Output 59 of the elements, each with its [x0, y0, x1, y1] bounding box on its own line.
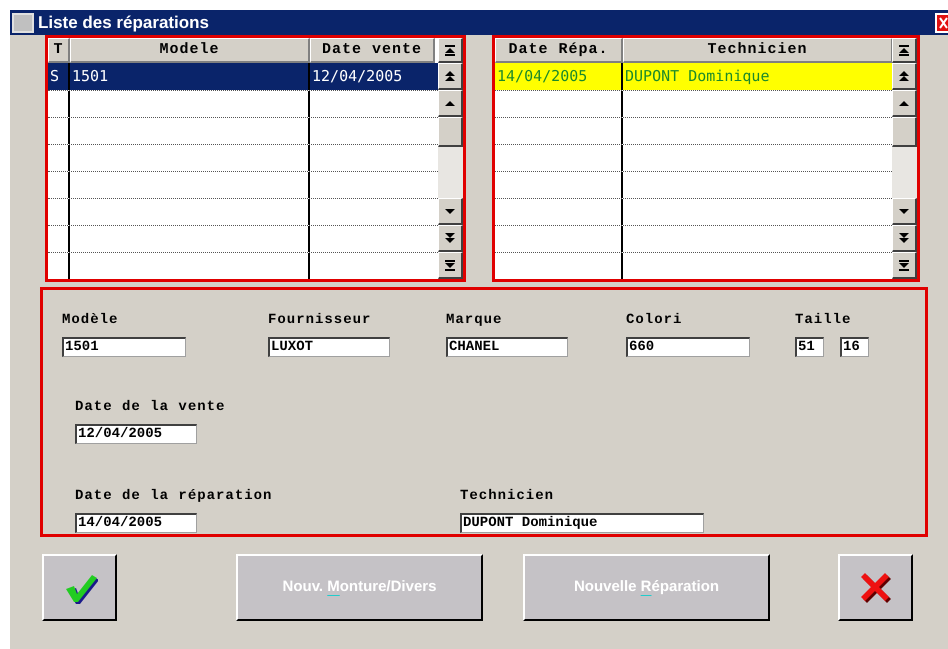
field-label: Marque [446, 311, 504, 330]
field-label: Modèle [62, 311, 120, 330]
scroll-thumb[interactable] [438, 117, 463, 147]
scroll-button[interactable] [892, 252, 917, 279]
scroll-button[interactable] [438, 90, 463, 117]
grid-row[interactable]: S 1501 12/04/2005 [48, 63, 438, 90]
input-field[interactable]: 51 [795, 337, 824, 357]
table-cell: S [48, 63, 70, 90]
input-field[interactable]: 16 [840, 337, 869, 357]
input-field[interactable]: 12/04/2005 [75, 424, 197, 444]
table-cell: 1501 [70, 63, 310, 90]
scroll-up-icon [443, 70, 457, 82]
close-button[interactable] [935, 12, 948, 32]
field-label: Colori [626, 311, 684, 330]
column-header[interactable]: Date vente [310, 38, 435, 63]
field-label: Date de la vente [75, 398, 226, 417]
scroll-down-icon [443, 232, 457, 244]
column-header[interactable]: Technicien [623, 38, 892, 63]
scroll-button[interactable] [892, 90, 917, 117]
ok-button[interactable] [42, 554, 117, 621]
scroll-button[interactable] [438, 252, 463, 279]
input-field[interactable]: 1501 [62, 337, 186, 357]
table-cell-text: DUPONT Dominique [624, 66, 770, 88]
table-cell: 14/04/2005 [495, 63, 623, 90]
field-label: Fournisseur [268, 311, 372, 330]
column-header[interactable]: Modele [70, 38, 310, 63]
scroll-thumb[interactable] [892, 117, 917, 147]
scrollbar[interactable] [892, 38, 917, 279]
scroll-up-icon [897, 70, 911, 82]
scroll-button[interactable] [892, 38, 917, 63]
field-label: Technicien [460, 487, 556, 506]
scroll-button[interactable] [892, 63, 917, 90]
scroll-down-icon [897, 232, 911, 244]
input-field[interactable]: LUXOT [268, 337, 390, 357]
scroll-up-icon [443, 44, 457, 56]
window-title: Liste des réparations [38, 12, 210, 34]
scroll-button[interactable] [892, 225, 917, 252]
window-icon [12, 12, 34, 32]
scroll-button[interactable] [438, 38, 463, 63]
scroll-up-icon [897, 44, 911, 56]
scroll-down-icon [443, 258, 457, 272]
cancel-button[interactable] [838, 554, 913, 621]
scroll-button[interactable] [438, 225, 463, 252]
field-label: Date de la réparation [75, 487, 274, 506]
input-field[interactable]: DUPONT Dominique [460, 513, 704, 533]
scroll-button[interactable] [438, 198, 463, 225]
column-header[interactable]: Date Répa. [495, 38, 623, 63]
input-field[interactable]: CHANEL [446, 337, 568, 357]
scroll-button[interactable] [892, 198, 917, 225]
field-label: Taille [795, 311, 852, 330]
scroll-down-icon [897, 258, 911, 272]
scroll-button[interactable] [438, 63, 463, 90]
input-field[interactable]: 660 [626, 337, 750, 357]
input-field[interactable]: 14/04/2005 [75, 513, 197, 533]
scrollbar[interactable] [438, 38, 463, 279]
close-icon [939, 16, 948, 28]
grid-row[interactable]: 14/04/2005 DUPONT Dominique [495, 63, 892, 90]
column-header[interactable]: T [48, 38, 70, 63]
table-cell-text: 12/04/2005 [311, 66, 404, 88]
